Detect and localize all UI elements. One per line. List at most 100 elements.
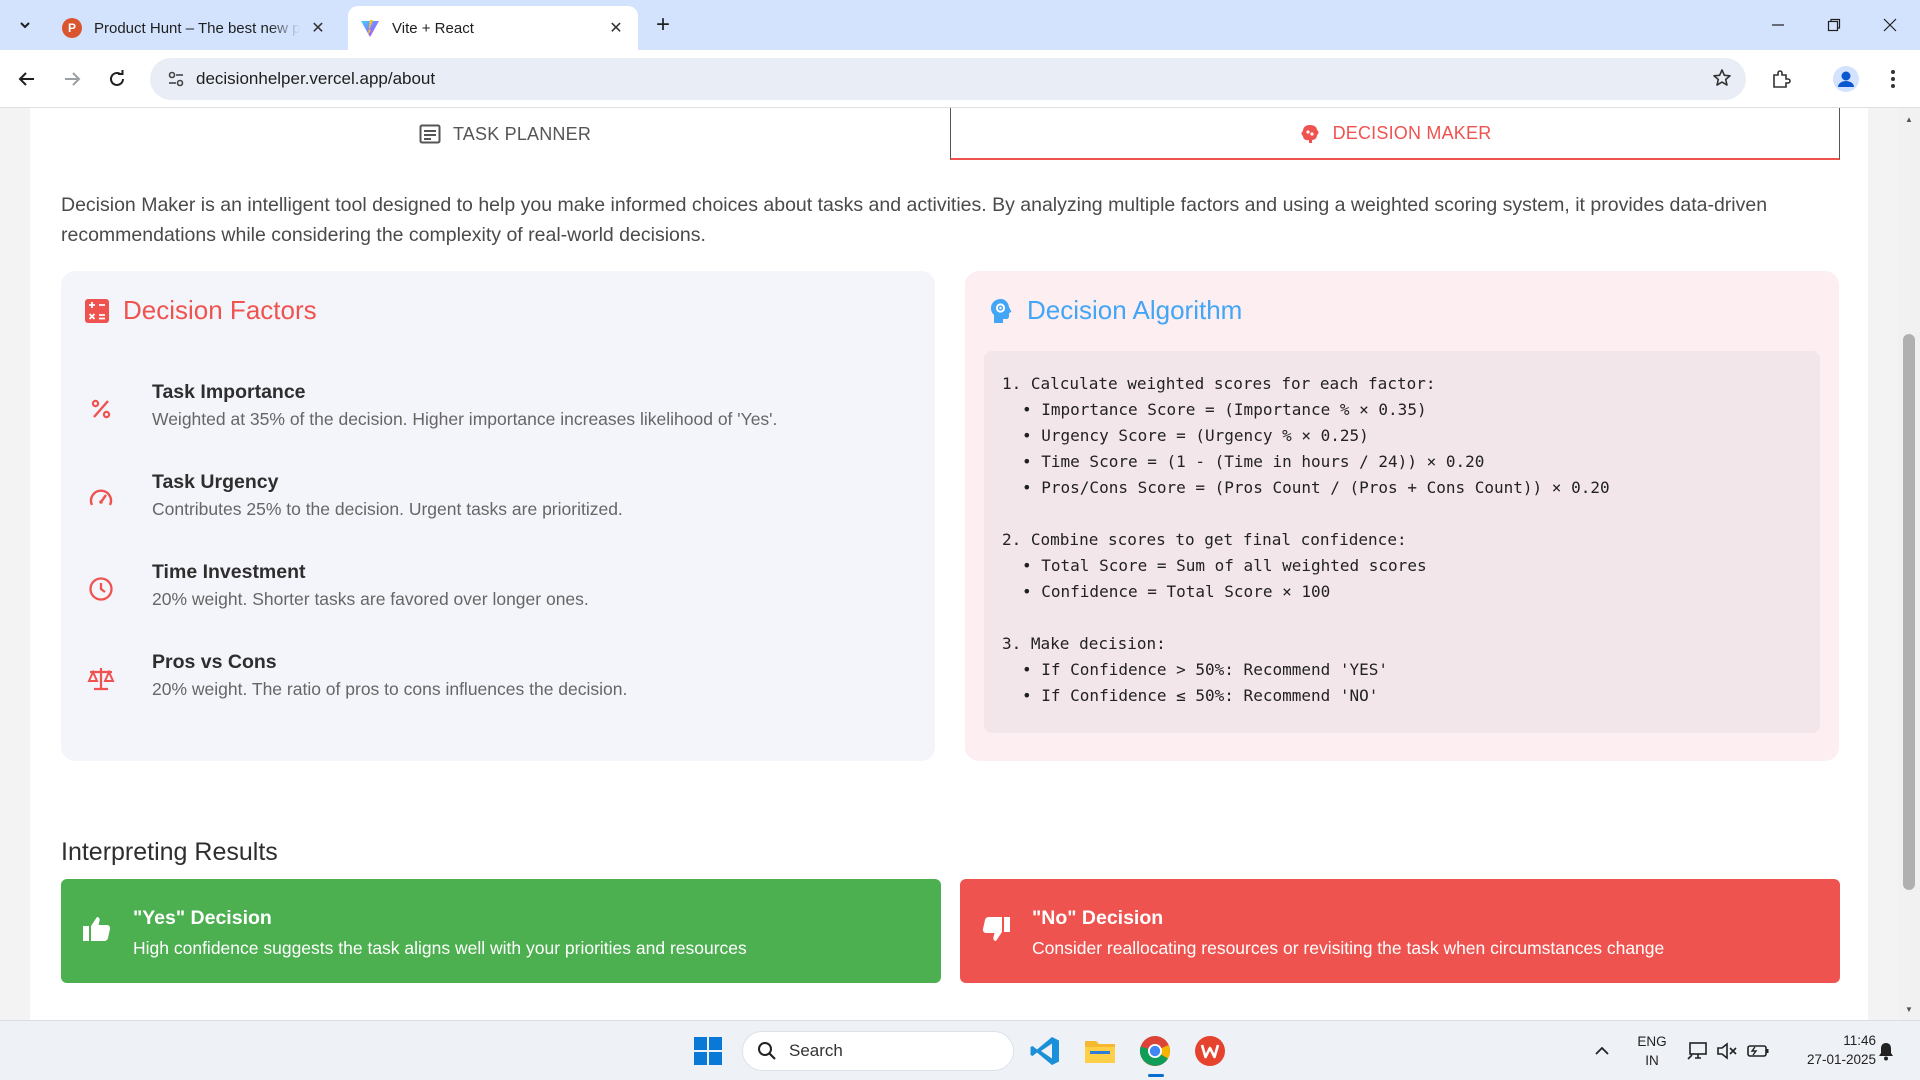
taskbar-search-label: Search: [789, 1041, 843, 1060]
algorithm-bullet: • Urgency Score = (Urgency % × 0.25): [1022, 426, 1369, 445]
address-bar[interactable]: decisionhelper.vercel.app/about: [150, 58, 1746, 100]
yes-decision-description: High confidence suggests the task aligns…: [133, 938, 747, 958]
algorithm-bullet: • Total Score = Sum of all weighted scor…: [1022, 556, 1427, 575]
close-window-icon[interactable]: [1862, 0, 1918, 50]
page-viewport: TASK PLANNER DECISION MAKER Decision Mak…: [0, 108, 1920, 1020]
profile-avatar-icon[interactable]: [1830, 63, 1862, 95]
no-decision-description: Consider reallocating resources or revis…: [1032, 938, 1665, 958]
back-arrow-icon[interactable]: [11, 63, 43, 95]
bookmark-star-icon[interactable]: [1712, 68, 1732, 94]
battery-icon[interactable]: [1738, 1031, 1778, 1071]
scroll-down-arrow-icon[interactable]: ▼: [1898, 1000, 1920, 1018]
clock[interactable]: 11:46 27-01-2025: [1780, 1031, 1876, 1069]
menu-kebab-icon[interactable]: [1877, 63, 1909, 95]
product-hunt-favicon-icon: P: [62, 18, 82, 38]
windows-start-icon[interactable]: [688, 1031, 728, 1071]
extensions-puzzle-icon[interactable]: [1765, 63, 1797, 95]
algorithm-step-title: 2. Combine scores to get final confidenc…: [1002, 530, 1407, 549]
scrollbar-thumb[interactable]: [1903, 334, 1915, 890]
interpreting-results-heading: Interpreting Results: [61, 838, 278, 866]
notes-icon: [419, 124, 441, 144]
taskbar-search[interactable]: Search: [742, 1031, 1014, 1071]
algorithm-bullet: • Importance Score = (Importance % × 0.3…: [1022, 400, 1427, 419]
algorithm-step: 1. Calculate weighted scores for each fa…: [1002, 371, 1820, 501]
clock-time: 11:46: [1843, 1033, 1876, 1048]
factor-description: Weighted at 35% of the decision. Higher …: [152, 409, 778, 429]
decision-algorithm-title: Decision Algorithm: [1027, 295, 1243, 325]
head-gear-icon: [991, 298, 1012, 323]
decision-algorithm-heading: Decision Algorithm: [989, 295, 1242, 326]
notification-bell-icon[interactable]: [1866, 1031, 1906, 1071]
input-language-indicator[interactable]: ENG IN: [1630, 1032, 1674, 1070]
speedometer-icon: [83, 481, 119, 517]
factor-title: Pros vs Cons: [152, 651, 277, 673]
wps-office-icon[interactable]: [1190, 1031, 1230, 1071]
browser-tab-bar: P Product Hunt – The best new products ✕…: [0, 0, 1920, 50]
tab-task-planner[interactable]: TASK PLANNER: [60, 108, 950, 160]
yes-decision-card: "Yes" Decision High confidence suggests …: [61, 879, 941, 983]
clock-date: 27-01-2025: [1806, 1052, 1876, 1067]
minimize-icon[interactable]: [1750, 0, 1806, 50]
show-hidden-icons-chevron-icon[interactable]: [1582, 1031, 1622, 1071]
brain-icon: [1301, 125, 1319, 143]
browser-tab-vite-react[interactable]: Vite + React ✕: [348, 6, 638, 50]
forward-arrow-icon[interactable]: [56, 63, 88, 95]
restore-icon[interactable]: [1806, 0, 1862, 50]
algorithm-step: 2. Combine scores to get final confidenc…: [1002, 527, 1820, 605]
factor-description: 20% weight. Shorter tasks are favored ov…: [152, 589, 589, 609]
tab-decision-maker[interactable]: DECISION MAKER: [950, 108, 1840, 160]
algorithm-bullet: • If Confidence ≤ 50%: Recommend 'NO': [1022, 686, 1379, 705]
new-tab-plus-icon[interactable]: +: [648, 10, 678, 40]
algorithm-step-title: 3. Make decision:: [1002, 634, 1166, 653]
algorithm-code-block: 1. Calculate weighted scores for each fa…: [984, 351, 1820, 733]
browser-toolbar: decisionhelper.vercel.app/about: [0, 50, 1920, 108]
decision-factors-heading: Decision Factors: [85, 295, 317, 326]
tab-decision-maker-label: DECISION MAKER: [1332, 122, 1492, 143]
about-page: TASK PLANNER DECISION MAKER Decision Mak…: [30, 108, 1868, 1020]
reload-icon[interactable]: [101, 63, 133, 95]
search-icon: [758, 1042, 776, 1060]
clock-icon: [83, 571, 119, 607]
factor-task-importance: Task Importance Weighted at 35% of the d…: [83, 381, 903, 441]
decision-algorithm-card: Decision Algorithm 1. Calculate weighted…: [965, 271, 1839, 761]
factor-task-urgency: Task Urgency Contributes 25% to the deci…: [83, 471, 903, 531]
yes-decision-title: "Yes" Decision: [133, 907, 272, 929]
region-code: IN: [1645, 1053, 1659, 1068]
algorithm-bullet: • Confidence = Total Score × 100: [1022, 582, 1331, 601]
thumbs-up-icon: [83, 917, 111, 941]
factor-title: Time Investment: [152, 561, 306, 583]
page-scrollbar[interactable]: ▲ ▼: [1898, 108, 1920, 1020]
decision-factors-title: Decision Factors: [123, 295, 317, 325]
thumbs-down-icon: [982, 917, 1010, 941]
algorithm-bullet: • Time Score = (1 - (Time in hours / 24)…: [1022, 452, 1485, 471]
windows-taskbar: Search ENG IN 11:46 27-01-2025: [0, 1020, 1920, 1080]
factor-time-investment: Time Investment 20% weight. Shorter task…: [83, 561, 903, 621]
chrome-icon[interactable]: [1135, 1031, 1175, 1071]
algorithm-step: 3. Make decision: • If Confidence > 50%:…: [1002, 631, 1820, 709]
no-decision-title: "No" Decision: [1032, 907, 1164, 929]
vite-favicon-icon: [360, 18, 380, 38]
scroll-up-arrow-icon[interactable]: ▲: [1898, 110, 1920, 128]
factor-title: Task Importance: [152, 381, 306, 403]
tab-title: Vite + React: [392, 19, 474, 37]
url-text: decisionhelper.vercel.app/about: [196, 69, 436, 88]
algorithm-step-title: 1. Calculate weighted scores for each fa…: [1002, 374, 1436, 393]
file-explorer-icon[interactable]: [1080, 1031, 1120, 1071]
percent-icon: [83, 391, 119, 427]
algorithm-bullet: • Pros/Cons Score = (Pros Count / (Pros …: [1022, 478, 1610, 497]
chrome-active-indicator: [1148, 1074, 1164, 1077]
algorithm-bullet: • If Confidence > 50%: Recommend 'YES': [1022, 660, 1389, 679]
factor-title: Task Urgency: [152, 471, 279, 493]
tab-task-planner-label: TASK PLANNER: [452, 123, 592, 144]
decision-factors-card: Decision Factors Task Importance Weighte…: [61, 271, 935, 761]
factor-pros-vs-cons: Pros vs Cons 20% weight. The ratio of pr…: [83, 651, 903, 711]
vscode-icon[interactable]: [1025, 1031, 1065, 1071]
browser-tab-product-hunt[interactable]: P Product Hunt – The best new products ✕: [50, 6, 340, 50]
close-tab-icon[interactable]: ✕: [606, 18, 626, 38]
tab-search-chevron-icon[interactable]: [10, 10, 40, 40]
site-info-tune-icon[interactable]: [156, 70, 196, 88]
close-tab-icon[interactable]: ✕: [308, 18, 328, 38]
factor-description: 20% weight. The ratio of pros to cons in…: [152, 679, 628, 699]
factor-description: Contributes 25% to the decision. Urgent …: [152, 499, 623, 519]
language-code: ENG: [1637, 1034, 1667, 1049]
